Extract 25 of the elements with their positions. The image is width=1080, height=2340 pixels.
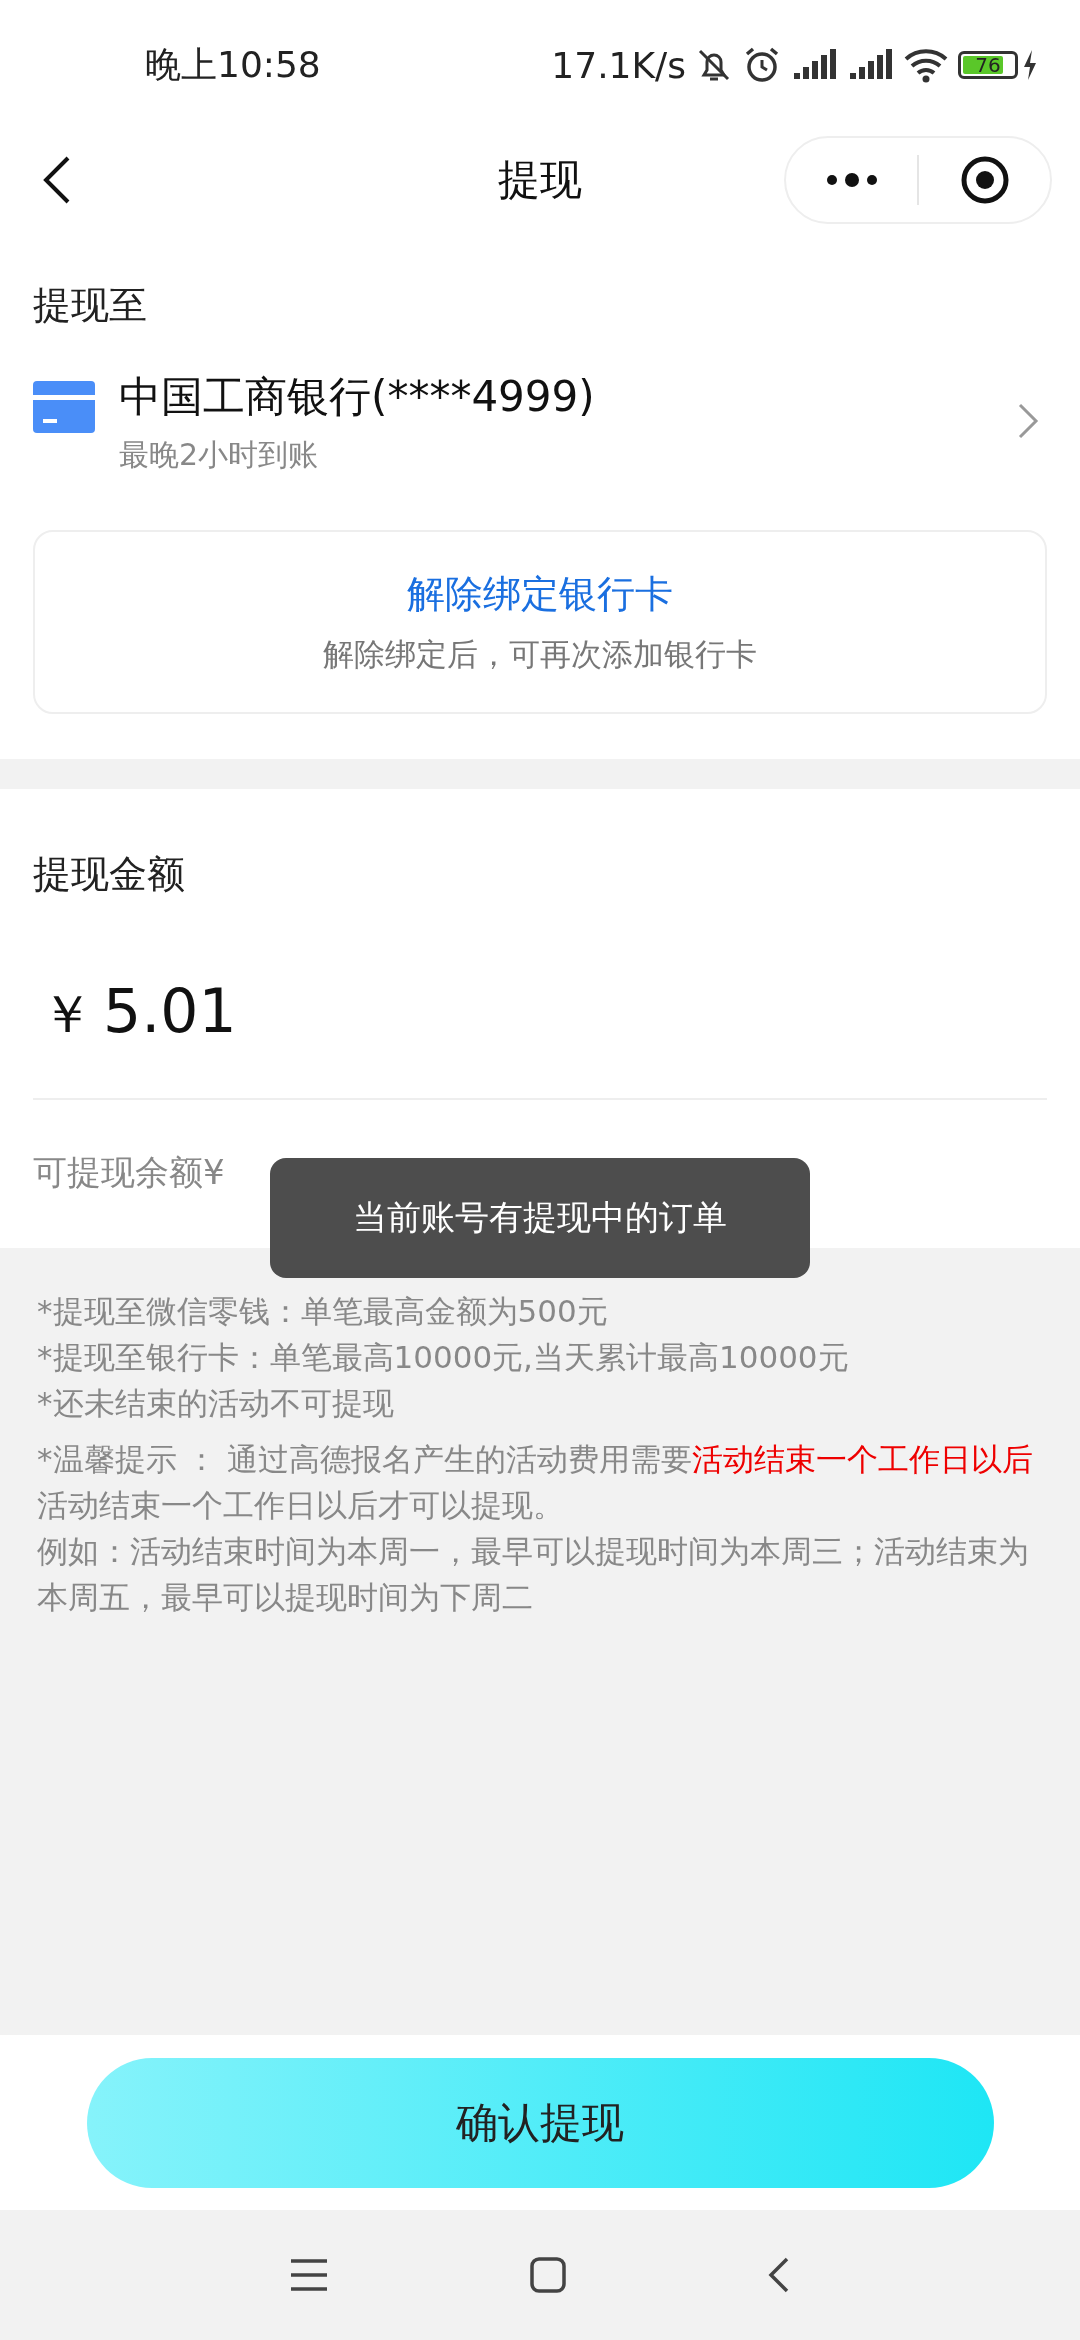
network-speed: 17.1K/s bbox=[551, 44, 686, 86]
bank-name[interactable]: 中国工商银行(****4999) bbox=[119, 369, 993, 425]
close-icon[interactable] bbox=[959, 155, 1010, 205]
toast-message: 当前账号有提现中的订单 bbox=[270, 1158, 810, 1278]
page-title: 提现 bbox=[498, 154, 582, 206]
menu-icon[interactable] bbox=[289, 2257, 329, 2293]
section-heading: 提现至 bbox=[33, 282, 147, 329]
section-heading: 提现金额 bbox=[33, 851, 185, 898]
note-text: 例如：活动结束时间为本周一，最早可以提现时间为本周三；活动结束为本周五，最早可以提现时间为下周二 bbox=[37, 1532, 1030, 1617]
charging-icon bbox=[1022, 50, 1038, 80]
note-text: *提现至银行卡：单笔最高10000元,当天累计最高10000元 bbox=[37, 1338, 850, 1377]
home-icon[interactable] bbox=[529, 2256, 567, 2294]
confirm-button[interactable]: 确认提现 bbox=[86, 2057, 994, 2188]
status-time: 晚上10:58 bbox=[145, 42, 321, 87]
unbind-card-button[interactable]: 解除绑定银行卡 解除绑定后，可再次添加银行卡 bbox=[33, 530, 1047, 714]
arrival-time: 最晚2小时到账 bbox=[119, 436, 320, 474]
back-icon[interactable] bbox=[767, 2256, 791, 2294]
amount-field[interactable]: ￥ 5.01 bbox=[33, 930, 1047, 1100]
note-text: *还未结束的活动不可提现 bbox=[37, 1384, 395, 1423]
balance-label: 可提现余额¥ bbox=[33, 1151, 225, 1194]
bank-card-icon bbox=[33, 381, 95, 433]
battery-icon: 76 bbox=[958, 51, 1018, 79]
note-text: *提现至微信零钱：单笔最高金额为500元 bbox=[37, 1292, 609, 1331]
tip-text: *温馨提示 ： 通过高德报名产生的活动费用需要活动结束一个工作日以后 活动结束一个工作日以后才可以提现。 bbox=[37, 1440, 1035, 1525]
chevron-right-icon[interactable] bbox=[1017, 401, 1039, 441]
